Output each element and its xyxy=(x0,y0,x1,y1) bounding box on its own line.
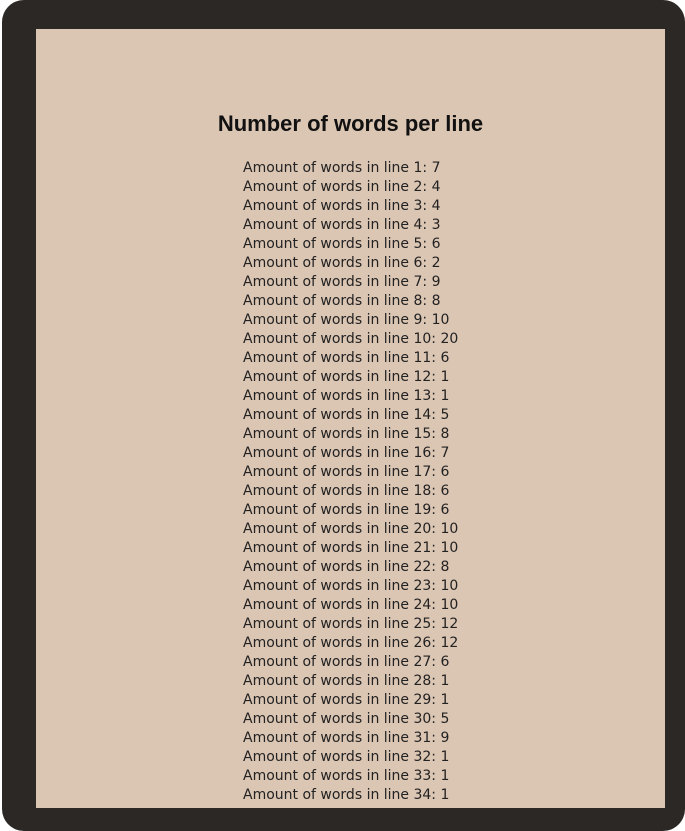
list-item: Amount of words in line 9: 10 xyxy=(243,312,450,328)
list-item: Amount of words in line 3: 4 xyxy=(243,198,441,214)
list-item: Amount of words in line 22: 8 xyxy=(243,559,450,575)
list-item: Amount of words in line 25: 12 xyxy=(243,616,459,632)
content-panel: Number of words per line Amount of words… xyxy=(36,29,665,808)
list-item: Amount of words in line 8: 8 xyxy=(243,293,441,309)
word-count-list: Amount of words in line 1: 7 Amount of wo… xyxy=(243,159,458,805)
list-item: Amount of words in line 10: 20 xyxy=(243,331,459,347)
list-item: Amount of words in line 1: 7 xyxy=(243,160,441,176)
list-item: Amount of words in line 33: 1 xyxy=(243,768,450,784)
list-item: Amount of words in line 6: 2 xyxy=(243,255,441,271)
list-item: Amount of words in line 29: 1 xyxy=(243,692,450,708)
list-item: Amount of words in line 24: 10 xyxy=(243,597,459,613)
list-item: Amount of words in line 5: 6 xyxy=(243,236,441,252)
list-item: Amount of words in line 23: 10 xyxy=(243,578,459,594)
list-item: Amount of words in line 14: 5 xyxy=(243,407,450,423)
list-item: Amount of words in line 7: 9 xyxy=(243,274,441,290)
list-item: Amount of words in line 19: 6 xyxy=(243,502,450,518)
list-item: Amount of words in line 21: 10 xyxy=(243,540,459,556)
list-item: Amount of words in line 27: 6 xyxy=(243,654,450,670)
page-title: Number of words per line xyxy=(217,111,484,136)
list-item: Amount of words in line 11: 6 xyxy=(243,350,450,366)
list-item: Amount of words in line 16: 7 xyxy=(243,445,450,461)
list-item: Amount of words in line 15: 8 xyxy=(243,426,450,442)
list-item: Amount of words in line 2: 4 xyxy=(243,179,441,195)
list-item: Amount of words in line 18: 6 xyxy=(243,483,450,499)
list-item: Amount of words in line 4: 3 xyxy=(243,217,441,233)
list-item: Amount of words in line 34: 1 xyxy=(243,787,450,803)
list-item: Amount of words in line 12: 1 xyxy=(243,369,450,385)
list-item: Amount of words in line 31: 9 xyxy=(243,730,450,746)
list-item: Amount of words in line 30: 5 xyxy=(243,711,450,727)
list-item: Amount of words in line 28: 1 xyxy=(243,673,450,689)
list-item: Amount of words in line 13: 1 xyxy=(243,388,450,404)
list-item: Amount of words in line 17: 6 xyxy=(243,464,450,480)
list-item: Amount of words in line 20: 10 xyxy=(243,521,459,537)
list-item: Amount of words in line 32: 1 xyxy=(243,749,450,765)
list-item: Amount of words in line 26: 12 xyxy=(243,635,459,651)
window-frame: Number of words per line Amount of words… xyxy=(2,0,685,831)
